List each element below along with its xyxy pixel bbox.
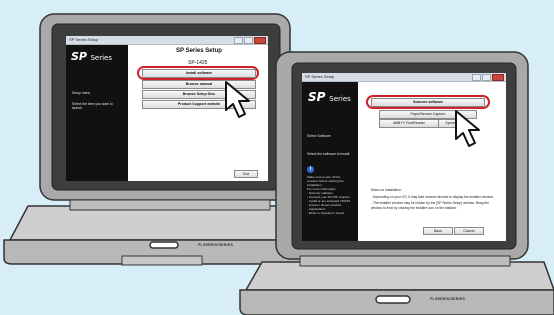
sidebar: SP Series Select Software Select the sof… bbox=[302, 82, 358, 241]
maximize-button[interactable] bbox=[482, 74, 491, 81]
sidebar: SP Series Setup menu Select the item you… bbox=[66, 45, 128, 181]
sidebar-hint: Select the software to install. bbox=[307, 152, 351, 156]
window-controls bbox=[234, 37, 266, 44]
page-title: SP Series Setup bbox=[176, 48, 222, 54]
title-bar: SP Series Setup bbox=[302, 73, 506, 82]
note-line: - Depending on your OS, it may take seve… bbox=[371, 195, 494, 200]
sp-series-logo: SP Series bbox=[308, 90, 351, 104]
close-button[interactable] bbox=[254, 37, 266, 44]
laptop-back-touchpad-button bbox=[149, 241, 179, 249]
minimize-button[interactable] bbox=[234, 37, 243, 44]
note-line: - The installer window may be hidden by … bbox=[371, 201, 489, 206]
sidebar-notes: Make sure to turn off the scanner before… bbox=[307, 175, 350, 215]
install-software-button[interactable]: Install software bbox=[142, 69, 256, 78]
installation-notes: Notes on Installation: - Depending on yo… bbox=[371, 188, 494, 210]
laptop-front-badge: FI-SERIES/SERIES bbox=[430, 297, 465, 301]
pointer-cursor-icon bbox=[225, 81, 250, 118]
abbyy-finereader-button[interactable]: ABBYY FineReader bbox=[379, 119, 439, 128]
laptop-back-hinge bbox=[69, 199, 271, 211]
close-button[interactable] bbox=[492, 74, 504, 81]
window-title: SP Series Setup bbox=[305, 74, 335, 79]
window-title: SP Series Setup bbox=[69, 37, 99, 42]
scanner-software-button[interactable]: Scanner software bbox=[371, 98, 485, 107]
sidebar-label: Select Software bbox=[307, 134, 331, 138]
maximize-button[interactable] bbox=[244, 37, 253, 44]
laptop-back-front-edge bbox=[121, 255, 203, 266]
setup-window-back: SP Series Setup SP Series Setup menu Sel… bbox=[66, 36, 268, 181]
cancel-button[interactable]: Cancel bbox=[454, 227, 484, 235]
window-controls bbox=[472, 74, 504, 81]
exit-button[interactable]: Exit bbox=[234, 170, 258, 178]
sp-series-logo: SP Series bbox=[71, 50, 113, 63]
sidebar-label: Setup menu bbox=[72, 91, 91, 95]
back-button[interactable]: Back bbox=[423, 227, 453, 235]
laptop-front-hinge bbox=[299, 255, 511, 267]
laptop-front-touchpad-button bbox=[375, 295, 411, 304]
sidebar-hint: Select the item you want to launch. bbox=[72, 102, 113, 111]
pointer-cursor-icon bbox=[455, 110, 480, 147]
minimize-button[interactable] bbox=[472, 74, 481, 81]
setup-window-front: SP Series Setup SP Series Select Softwar… bbox=[302, 73, 506, 241]
info-icon: i bbox=[307, 166, 314, 173]
illustration: FI-SERIES/SERIES FI-SERIES/SERIES SP Ser… bbox=[0, 0, 554, 315]
title-bar: SP Series Setup bbox=[66, 36, 268, 45]
laptop-back-deck bbox=[8, 205, 314, 241]
laptop-back-badge: FI-SERIES/SERIES bbox=[198, 243, 233, 247]
note-line: window to front by clicking the installe… bbox=[371, 205, 457, 210]
